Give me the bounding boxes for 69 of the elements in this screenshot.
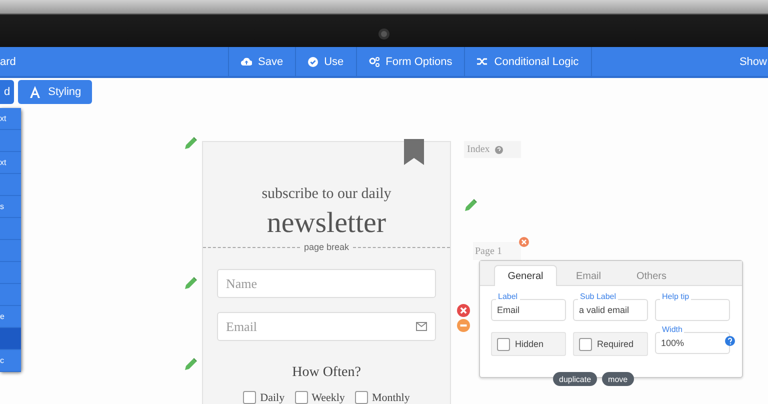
page-label: Page 1 (475, 246, 502, 256)
sidebar-item[interactable]: xt (0, 108, 21, 130)
checkbox-option[interactable]: Hidden (491, 332, 566, 356)
placeholder-text: Email (226, 318, 258, 334)
help-icon[interactable] (725, 336, 735, 346)
checkbox[interactable] (243, 391, 256, 404)
sidebar-item[interactable]: c (0, 350, 21, 372)
checkbox-label: Required (597, 339, 634, 349)
gears-icon (368, 56, 380, 67)
question-label: How Often? (292, 365, 361, 381)
checkbox-label: Hidden (515, 339, 544, 349)
shuffle-icon (477, 57, 488, 66)
index-label: Index (467, 144, 490, 155)
option-label: Monthly (372, 392, 410, 404)
cloud-upload-icon (241, 57, 252, 66)
field-label: Sub Label (578, 292, 618, 301)
delete-icon[interactable] (457, 304, 470, 317)
pencil-icon[interactable] (464, 198, 478, 212)
tab[interactable]: General (494, 265, 557, 286)
tab[interactable]: Others (620, 265, 683, 286)
toolbar-title: ard (0, 54, 17, 70)
page-break-label: page break (304, 242, 350, 252)
camera-icon (378, 28, 390, 40)
form-subtitle: subscribe to our daily (262, 186, 392, 203)
minus-icon[interactable] (457, 319, 470, 332)
checkbox[interactable] (354, 391, 368, 404)
mode-button[interactable]: d (0, 80, 14, 104)
input-field[interactable]: Name (217, 269, 436, 298)
mode-button[interactable]: Styling (18, 80, 92, 104)
sidebar-item[interactable]: xt (0, 152, 21, 174)
field-value: 100% (661, 338, 684, 348)
field-value: a valid email (579, 305, 630, 315)
checkbox[interactable] (579, 338, 592, 350)
toolbar-button[interactable]: Use (295, 47, 356, 76)
action-pill[interactable]: move (602, 372, 634, 386)
text-field[interactable] (655, 299, 730, 321)
sidebar-item[interactable]: e (0, 306, 21, 328)
text-field[interactable]: Email (491, 299, 566, 321)
text-field[interactable]: a valid email (573, 299, 648, 321)
toolbar-button[interactable]: Form Options (356, 47, 464, 76)
font-icon (29, 86, 42, 98)
close-icon[interactable] (519, 237, 529, 247)
field-label: Help tip (660, 292, 692, 301)
pencil-icon[interactable] (184, 136, 198, 150)
sidebar-item[interactable]: s (0, 196, 21, 218)
tab[interactable]: Email (557, 265, 620, 286)
pencil-icon[interactable] (184, 276, 198, 290)
field-label: Width (660, 325, 684, 334)
help-icon[interactable] (494, 146, 503, 154)
checkbox-option[interactable]: Required (573, 332, 648, 356)
toolbar-link[interactable]: Show (739, 47, 768, 76)
form-title: newsletter (266, 207, 386, 240)
bookmark-icon[interactable] (404, 139, 424, 165)
pencil-icon[interactable] (184, 357, 198, 371)
field-value: Email (497, 305, 520, 315)
checkbox[interactable] (294, 391, 308, 404)
toolbar-button[interactable]: Save (228, 47, 296, 76)
text-field[interactable]: 100% (655, 332, 730, 354)
option-label: Weekly (312, 392, 345, 404)
checkbox[interactable] (497, 338, 510, 350)
check-circle-icon (308, 56, 318, 67)
toolbar-button[interactable]: Conditional Logic (464, 47, 592, 76)
option-label: Daily (260, 392, 285, 404)
action-pill[interactable]: duplicate (553, 372, 598, 386)
field-label: Label (496, 292, 520, 301)
input-field[interactable]: Email (217, 312, 436, 341)
sidebar-item[interactable] (0, 328, 21, 350)
placeholder-text: Name (226, 276, 258, 292)
envelope-icon (416, 322, 427, 331)
